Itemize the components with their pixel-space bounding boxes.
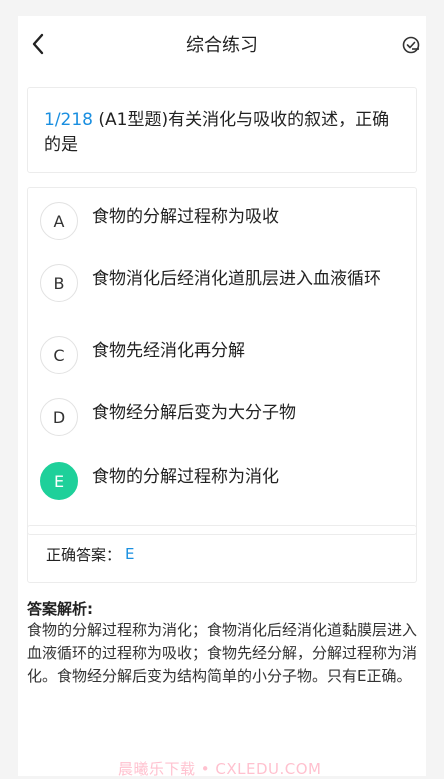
answer-label: 正确答案： — [46, 545, 122, 564]
option-d[interactable]: D 食物经分解后变为大分子物 — [40, 398, 410, 436]
answer-value: E — [125, 545, 135, 563]
correct-answer-card: 正确答案： E — [27, 525, 417, 583]
option-letter: D — [40, 398, 78, 436]
option-text: 食物的分解过程称为消化 — [92, 467, 279, 487]
analysis-heading: 答案解析: — [27, 600, 93, 618]
page: 综合练习 1/218 (A1型题)有关消化与吸收的叙述，正确的是 A 食物的分解… — [18, 16, 426, 778]
option-c[interactable]: C 食物先经消化再分解 — [40, 336, 410, 374]
analysis-body: 食物的分解过程称为消化；食物消化后经消化道黏膜层进入血液循环的过程称为吸收；食物… — [27, 621, 418, 685]
answer-sheet-button[interactable] — [400, 34, 422, 56]
option-letter: A — [40, 202, 78, 240]
option-b[interactable]: B 食物消化后经消化道肌层进入血液循环 — [40, 264, 410, 302]
back-button[interactable] — [26, 32, 50, 56]
option-letter: C — [40, 336, 78, 374]
question-text: (A1型题)有关消化与吸收的叙述，正确的是 — [44, 110, 390, 155]
check-list-icon — [402, 36, 420, 54]
page-title: 综合练习 — [186, 35, 258, 56]
option-letter-correct: E — [40, 462, 78, 500]
option-a[interactable]: A 食物的分解过程称为吸收 — [40, 202, 410, 240]
options-list: A 食物的分解过程称为吸收 B 食物消化后经消化道肌层进入血液循环 C 食物先经… — [27, 187, 417, 535]
question-card: 1/218 (A1型题)有关消化与吸收的叙述，正确的是 — [27, 87, 417, 173]
question-number: 1/218 — [44, 110, 93, 130]
option-text: 食物经分解后变为大分子物 — [92, 403, 296, 423]
option-letter: B — [40, 264, 78, 302]
option-text: 食物消化后经消化道肌层进入血液循环 — [92, 269, 381, 289]
option-text: 食物先经消化再分解 — [92, 341, 245, 361]
top-bar: 综合练习 — [18, 16, 426, 72]
option-text: 食物的分解过程称为吸收 — [92, 207, 279, 227]
option-e[interactable]: E 食物的分解过程称为消化 — [40, 462, 410, 500]
chevron-left-icon — [32, 33, 44, 55]
